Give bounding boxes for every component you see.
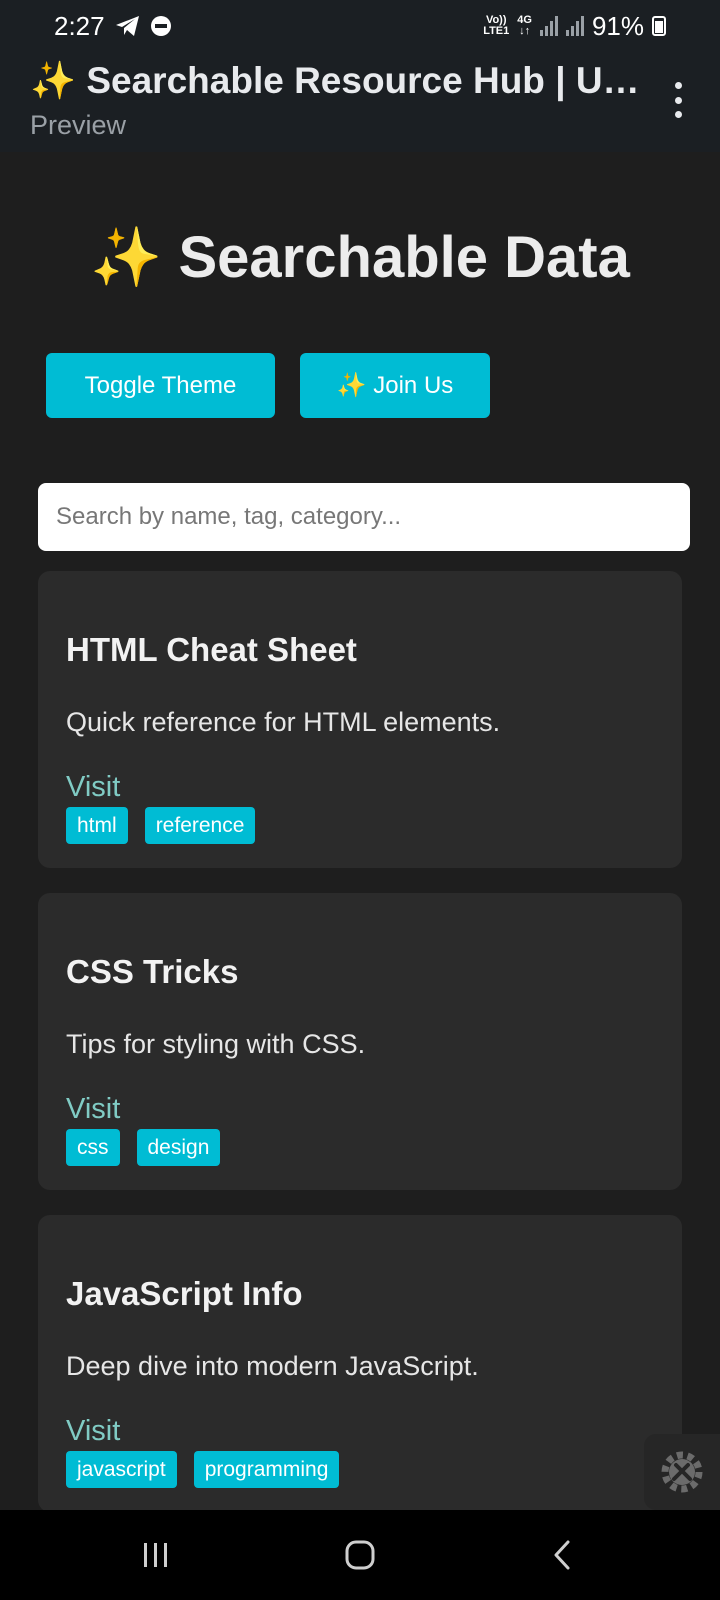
- signal-strength-icon-2: [565, 16, 584, 36]
- status-time: 2:27: [54, 10, 105, 41]
- resource-card: CSS Tricks Tips for styling with CSS. Vi…: [38, 893, 682, 1190]
- card-description: Quick reference for HTML elements.: [66, 707, 501, 737]
- back-icon: [554, 1540, 570, 1570]
- visit-link[interactable]: Visit: [66, 1093, 120, 1126]
- recents-icon: [144, 1543, 167, 1567]
- app-bar: ✨ Searchable Resource Hub | UnK... Previ…: [0, 52, 720, 152]
- card-description: Deep dive into modern JavaScript.: [66, 1351, 479, 1381]
- settings-tools-icon: [661, 1451, 703, 1493]
- tag[interactable]: css: [66, 1129, 120, 1166]
- battery-percentage: 91%: [591, 10, 644, 41]
- system-nav-bar: [0, 1510, 720, 1600]
- app-title: ✨ Searchable Resource Hub | UnK...: [30, 60, 650, 101]
- tag[interactable]: reference: [144, 807, 256, 844]
- tag-list: css design: [66, 1129, 221, 1166]
- card-title: CSS Tricks: [66, 953, 239, 990]
- status-right: Vo)) LTE1 4G ↓↑ 91%: [483, 11, 666, 42]
- recents-button[interactable]: [136, 1535, 176, 1575]
- battery-icon: [652, 16, 666, 36]
- resource-card: JavaScript Info Deep dive into modern Ja…: [38, 1215, 682, 1510]
- do-not-disturb-icon: [150, 16, 171, 36]
- page-content: ✨ Searchable Data Toggle Theme ✨ Join Us…: [0, 152, 720, 1510]
- home-button[interactable]: [340, 1535, 380, 1575]
- card-description: Tips for styling with CSS.: [66, 1029, 366, 1059]
- tag[interactable]: programming: [193, 1451, 340, 1488]
- signal-strength-icon: [539, 16, 558, 36]
- status-left: 2:27: [54, 11, 171, 42]
- back-button[interactable]: [542, 1535, 582, 1575]
- card-title: HTML Cheat Sheet: [66, 631, 357, 668]
- volte-indicator: Vo)) LTE1: [483, 14, 510, 37]
- card-title: JavaScript Info: [66, 1275, 303, 1312]
- tag-list: javascript programming: [66, 1451, 340, 1488]
- page-title: ✨ Searchable Data: [90, 225, 630, 290]
- visit-link[interactable]: Visit: [66, 771, 120, 804]
- home-icon: [345, 1540, 375, 1570]
- join-us-button[interactable]: ✨ Join Us: [300, 353, 490, 418]
- tag-list: html reference: [66, 807, 256, 844]
- app-subtitle: Preview: [30, 110, 127, 140]
- settings-tools-button[interactable]: [644, 1434, 720, 1510]
- toggle-theme-button[interactable]: Toggle Theme: [46, 353, 275, 418]
- resource-card: HTML Cheat Sheet Quick reference for HTM…: [38, 571, 682, 868]
- tag[interactable]: html: [66, 807, 128, 844]
- network-type-indicator: 4G ↓↑: [517, 14, 532, 37]
- more-options-icon[interactable]: [672, 82, 684, 118]
- telegram-icon: [115, 16, 139, 36]
- tag[interactable]: design: [136, 1129, 221, 1166]
- status-bar: 2:27 Vo)) LTE1 4G ↓↑ 91%: [0, 0, 720, 52]
- tag[interactable]: javascript: [66, 1451, 177, 1488]
- visit-link[interactable]: Visit: [66, 1415, 120, 1448]
- search-input[interactable]: [38, 483, 690, 551]
